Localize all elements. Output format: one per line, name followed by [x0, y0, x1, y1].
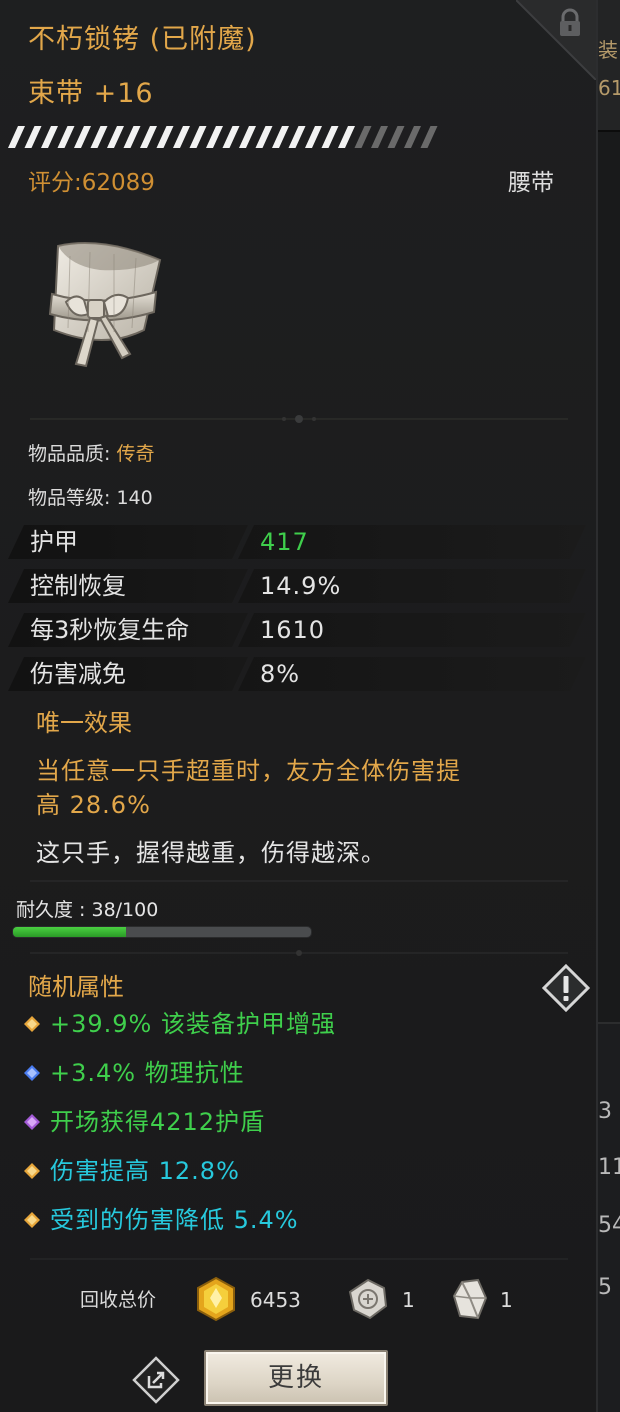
orange-gem-icon	[24, 1016, 40, 1032]
section-divider	[30, 950, 568, 956]
rarity-stripe	[189, 126, 207, 148]
salvage-shard-amount: 1	[500, 1288, 513, 1312]
warning-icon[interactable]	[542, 964, 590, 1012]
neighbor-fragment: 5	[598, 1275, 612, 1300]
rarity-stripe	[305, 126, 322, 148]
rarity-stripe	[387, 126, 405, 148]
quality-value: 传奇	[116, 443, 155, 465]
item-name: 不朽锁铐 (已附魔)	[28, 24, 257, 55]
orange-gem-icon	[24, 1212, 40, 1228]
random-attribute-text: 开场获得4212护盾	[50, 1108, 266, 1136]
rarity-stripe	[173, 126, 190, 148]
salvage-stone-amount: 1	[402, 1288, 415, 1312]
item-tooltip-panel: 不朽锁铐 (已附魔) 束带 +16 评分:62089 腰带 物品品质: 传奇 物…	[0, 0, 598, 1412]
rarity-stripe	[371, 126, 388, 148]
rarity-stripe	[338, 126, 355, 148]
neighbor-fragment: 3	[598, 1099, 612, 1124]
unique-effect-line: 高 28.6%	[36, 791, 151, 819]
blue-gem-icon	[24, 1065, 40, 1081]
stat-value: 417	[260, 528, 309, 556]
rarity-stripe	[206, 126, 223, 148]
rarity-stripe	[57, 126, 75, 148]
rarity-stripe	[24, 126, 42, 148]
rarity-stripe	[90, 126, 108, 148]
section-divider	[30, 1258, 568, 1260]
section-divider	[30, 415, 568, 423]
gold-crystal-icon	[197, 1276, 235, 1322]
neighbor-fragment: 54	[598, 1213, 620, 1238]
random-attribute-text: 受到的伤害降低 5.4%	[50, 1206, 299, 1234]
item-level: 物品等级: 140	[28, 487, 153, 509]
rarity-stripe	[354, 126, 372, 148]
salvage-gold-amount: 6453	[250, 1288, 301, 1312]
salvage-label: 回收总价	[80, 1289, 157, 1311]
rarity-stripe	[123, 126, 141, 148]
stat-row-damage-reduction: 伤害减免 8%	[8, 654, 586, 692]
unique-effect-line: 当任意一只手超重时，友方全体伤害提	[36, 757, 461, 785]
cloth-belt-icon	[48, 242, 162, 368]
durability-bar	[12, 926, 312, 938]
orange-gem-icon	[24, 1163, 40, 1179]
durability-bar-fill	[13, 927, 127, 937]
rarity-stripe	[140, 126, 157, 148]
neighbor-fragment: 11	[598, 1155, 620, 1180]
rarity-stripe	[255, 126, 273, 148]
stat-name: 控制恢复	[30, 572, 126, 600]
stat-value: 14.9%	[260, 572, 342, 600]
purple-gem-icon	[24, 1114, 40, 1130]
flavor-text: 这只手，握得越重，伤得越深。	[36, 839, 386, 867]
replace-button[interactable]: 更换	[204, 1350, 388, 1406]
rarity-stripe	[404, 126, 421, 148]
section-divider	[30, 880, 568, 882]
rarity-stripe	[321, 126, 339, 148]
random-attribute-text: +39.9% 该装备护甲增强	[50, 1010, 336, 1038]
rarity-stripe	[239, 126, 256, 148]
stone-rune-icon	[348, 1278, 388, 1320]
stat-name: 护甲	[30, 528, 78, 556]
item-score: 评分:62089	[28, 170, 155, 196]
stat-value: 8%	[260, 660, 301, 688]
rarity-stripe-bar	[8, 126, 438, 148]
neighbor-fragment: 装	[598, 38, 618, 62]
rarity-stripe	[222, 126, 240, 148]
rarity-stripe	[156, 126, 174, 148]
unique-effect-header: 唯一效果	[36, 709, 132, 737]
durability-label: 耐久度 : 38/100	[16, 899, 159, 921]
stat-name: 伤害减免	[30, 660, 126, 688]
lock-icon[interactable]	[556, 8, 584, 38]
random-attribute-text: 伤害提高 12.8%	[50, 1157, 240, 1185]
rarity-stripe	[288, 126, 306, 148]
item-type-level: 束带 +16	[28, 78, 154, 109]
rarity-stripe	[272, 126, 289, 148]
quality-label: 物品品质:	[28, 443, 117, 465]
item-slot: 腰带	[508, 170, 554, 196]
neighbor-panel-strip: 装 61 3 11 54 5	[598, 0, 620, 1412]
quality-line: 物品品质: 传奇	[28, 440, 154, 468]
stat-value: 1610	[260, 616, 326, 644]
rarity-stripe	[74, 126, 91, 148]
random-attributes-header: 随机属性	[28, 973, 124, 1001]
rarity-stripe	[420, 126, 438, 148]
random-attribute-text: +3.4% 物理抗性	[50, 1059, 245, 1087]
crystal-shard-icon	[452, 1278, 488, 1320]
stat-name: 每3秒恢复生命	[30, 616, 190, 644]
neighbor-panel-top	[598, 0, 620, 132]
stat-row-cc-recovery: 控制恢复 14.9%	[8, 566, 586, 604]
rarity-stripe	[41, 126, 58, 148]
stat-row-regen: 每3秒恢复生命 1610	[8, 610, 586, 648]
stat-row-armor: 护甲 417	[8, 522, 586, 560]
rarity-stripe	[107, 126, 124, 148]
share-icon[interactable]	[132, 1356, 180, 1404]
unique-effect-text: 当任意一只手超重时，友方全体伤害提 高 28.6%	[36, 754, 576, 822]
rarity-stripe	[8, 126, 25, 148]
neighbor-fragment: 61	[598, 76, 620, 100]
